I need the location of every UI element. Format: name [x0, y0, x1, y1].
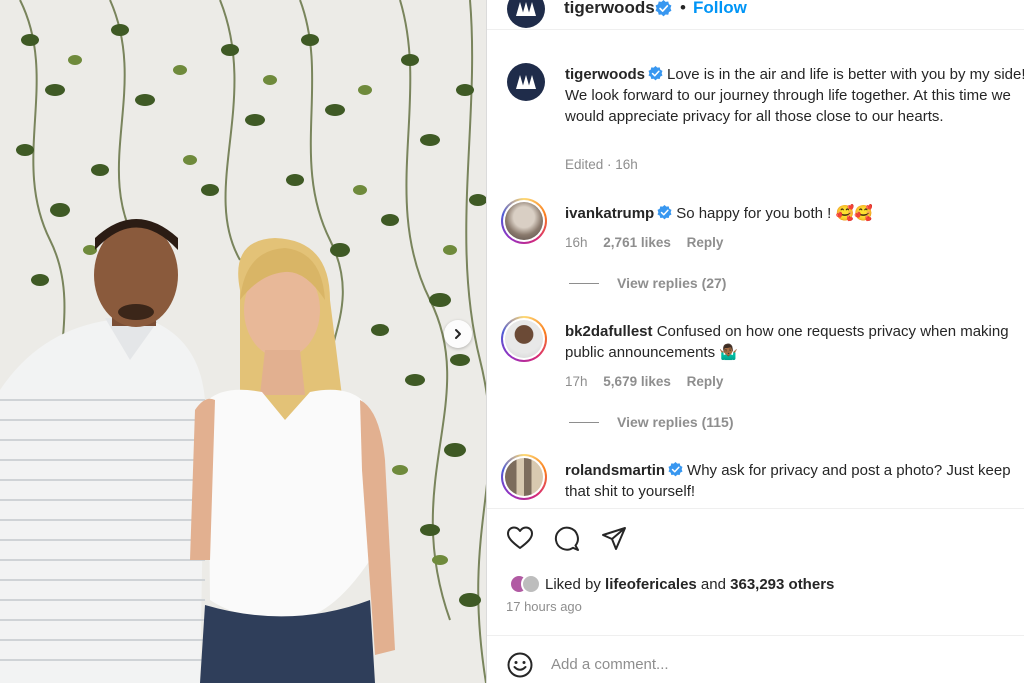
author-username[interactable]: tigerwoods — [564, 0, 655, 18]
comments-list[interactable]: tigerwoods Love is in the air and life is… — [487, 30, 1024, 508]
replies-divider — [569, 421, 599, 423]
paper-plane-icon[interactable] — [601, 526, 627, 552]
liker-avatar — [521, 574, 541, 594]
view-replies-label: View replies (115) — [617, 414, 734, 430]
view-replies-label: View replies (27) — [617, 275, 727, 291]
liked-by-user[interactable]: lifeofericales — [605, 576, 697, 593]
comment-meta: 16h 2,761 likes Reply — [565, 235, 735, 250]
header-separator: • — [680, 0, 686, 17]
post-photo — [0, 0, 486, 683]
comment-text: So happy for you both ! 🥰🥰 — [676, 205, 873, 222]
tgr-logo-icon — [516, 2, 536, 16]
reply-button[interactable]: Reply — [687, 374, 724, 389]
liked-by-and: and — [696, 575, 731, 593]
liked-by-prefix: Liked by — [545, 575, 606, 593]
view-replies-button[interactable]: View replies (115) — [569, 414, 733, 430]
comment-username[interactable]: ivankatrump — [565, 205, 654, 222]
comment-meta: 17h 5,679 likes Reply — [565, 374, 735, 389]
carousel-next-button[interactable] — [444, 320, 472, 348]
comment-avatar[interactable] — [501, 316, 547, 362]
likes-count[interactable]: 363,293 others — [730, 576, 834, 593]
caption-author-avatar[interactable] — [507, 63, 545, 101]
heart-icon[interactable] — [507, 526, 533, 550]
comment-input[interactable] — [551, 650, 991, 678]
replies-divider — [569, 282, 599, 284]
chevron-right-icon — [455, 329, 461, 339]
smiley-icon[interactable] — [507, 652, 533, 678]
verified-badge-icon — [655, 0, 672, 17]
comment-avatar[interactable] — [501, 454, 547, 500]
comment-time: 16h — [565, 235, 588, 250]
view-replies-button[interactable]: View replies (27) — [569, 275, 726, 291]
author-avatar[interactable] — [507, 0, 545, 28]
post-caption: tigerwoods Love is in the air and life is… — [565, 64, 1024, 127]
comment-time: 17h — [565, 374, 588, 389]
comment-likes[interactable]: 5,679 likes — [603, 374, 671, 389]
comment-likes[interactable]: 2,761 likes — [603, 235, 671, 250]
post-timestamp[interactable]: 17 hours ago — [506, 599, 582, 614]
comment-item: rolandsmartin Why ask for privacy and pos… — [565, 460, 1020, 502]
action-bar — [487, 508, 1024, 568]
tgr-logo-icon — [516, 75, 536, 89]
comment-avatar[interactable] — [501, 198, 547, 244]
verified-badge-icon — [668, 462, 683, 477]
follow-button[interactable]: Follow — [693, 0, 747, 18]
reply-button[interactable]: Reply — [687, 235, 724, 250]
comment-username[interactable]: bk2dafullest — [565, 323, 653, 340]
comment-item: bk2dafullest Confused on how one request… — [565, 321, 1020, 363]
verified-badge-icon — [648, 66, 663, 81]
caption-username[interactable]: tigerwoods — [565, 66, 645, 83]
likes-text: Liked by lifeofericales and 363,293 othe… — [545, 576, 834, 593]
add-comment-bar — [487, 635, 1024, 683]
verified-badge-icon — [657, 205, 672, 220]
comment-item: ivankatrump So happy for you both ! 🥰🥰 — [565, 203, 1024, 224]
comment-username[interactable]: rolandsmartin — [565, 462, 665, 479]
post-details-panel: tigerwoods • Follow tigerwoods Love is in… — [486, 0, 1024, 683]
likes-summary: Liked by lifeofericales and 363,293 othe… — [509, 572, 834, 596]
post-header: tigerwoods • Follow — [487, 0, 1024, 30]
caption-meta: Edited · 16h — [565, 157, 638, 172]
comment-bubble-icon[interactable] — [554, 526, 580, 552]
photo-scene — [0, 0, 486, 683]
